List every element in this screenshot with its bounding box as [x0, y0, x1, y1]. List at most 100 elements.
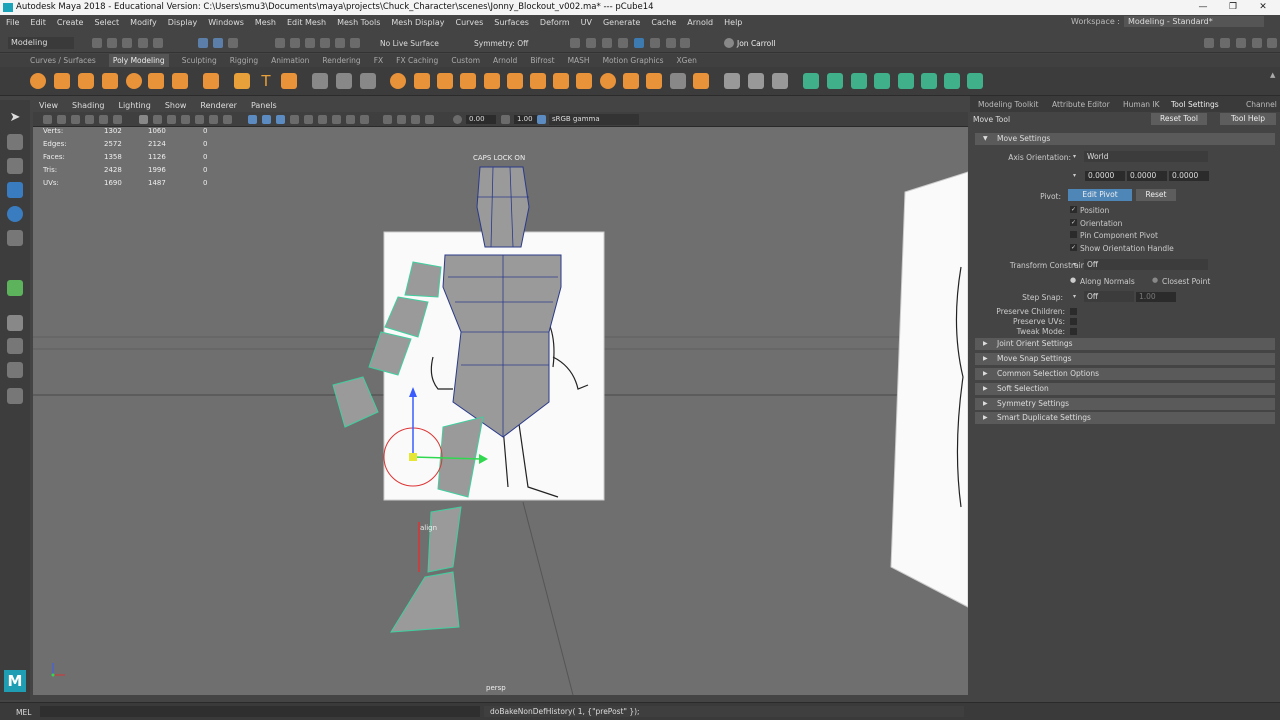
perspective-viewport[interactable]: Verts: 1302 1060 0 Edges: 2572 2124 0 Faces: 1358…	[33, 127, 968, 695]
step-snap-select[interactable]: Off	[1084, 291, 1134, 302]
channel-box-icon[interactable]	[1252, 38, 1262, 48]
common-selection-options-header[interactable]: ▶ Common Selection Options	[975, 368, 1275, 380]
screen-space-ao-icon[interactable]	[332, 115, 341, 124]
user-name[interactable]: Jon Carroll	[737, 39, 775, 48]
color-management-icon[interactable]	[537, 115, 546, 124]
menu-uv[interactable]: UV	[581, 18, 592, 27]
joint-orient-settings-header[interactable]: ▶ Joint Orient Settings	[975, 338, 1275, 350]
soft-selection-header[interactable]: ▶ Soft Selection	[975, 383, 1275, 395]
motion-blur-icon[interactable]	[346, 115, 355, 124]
side-by-side-layout-icon[interactable]	[7, 362, 23, 378]
wedge-icon[interactable]	[576, 73, 592, 89]
safe-title-icon[interactable]	[223, 115, 232, 124]
smooth-icon[interactable]	[360, 73, 376, 89]
isolate-select-icon[interactable]	[383, 115, 392, 124]
use-all-lights-icon[interactable]	[304, 115, 313, 124]
gate-mask-icon[interactable]	[181, 115, 190, 124]
spherical-map-icon[interactable]	[874, 73, 890, 89]
svg-tool-icon[interactable]	[281, 73, 297, 89]
transform-constraint-select[interactable]: Off	[1084, 259, 1208, 270]
boolean-icon[interactable]	[390, 73, 406, 89]
shelf-tab-rendering[interactable]: Rendering	[322, 54, 360, 67]
cut-uv-icon[interactable]	[967, 73, 983, 89]
multi-cut-icon[interactable]	[670, 73, 686, 89]
fill-hole-icon[interactable]	[507, 73, 523, 89]
automatic-map-icon[interactable]	[898, 73, 914, 89]
2d-pan-zoom-icon[interactable]	[99, 115, 108, 124]
shelf-tab-animation[interactable]: Animation	[271, 54, 309, 67]
camera-attributes-icon[interactable]	[57, 115, 66, 124]
step-snap-dropdown-icon[interactable]: ▾	[1073, 293, 1076, 300]
axis-orientation-select[interactable]: World	[1084, 151, 1208, 162]
move-tool-icon[interactable]	[7, 182, 23, 198]
shelf-tab-motion-graphics[interactable]: Motion Graphics	[603, 54, 664, 67]
edit-pivot-button[interactable]: Edit Pivot	[1068, 189, 1132, 201]
poly-cone-icon[interactable]	[102, 73, 118, 89]
menu-file[interactable]: File	[6, 18, 19, 27]
select-hierarchy-icon[interactable]	[198, 38, 208, 48]
hypershade-icon[interactable]	[634, 38, 644, 48]
minimize-button[interactable]: —	[1188, 0, 1218, 15]
circularize-icon[interactable]	[600, 73, 616, 89]
xray-icon[interactable]	[397, 115, 406, 124]
tab-channel-box[interactable]: Channel	[1246, 100, 1277, 109]
shelf-tab-poly-modeling[interactable]: Poly Modeling	[108, 54, 169, 67]
film-gate-icon[interactable]	[153, 115, 162, 124]
gamma-icon[interactable]	[501, 115, 510, 124]
field-chart-icon[interactable]	[195, 115, 204, 124]
menu-edit-mesh[interactable]: Edit Mesh	[287, 18, 326, 27]
axis-y-field[interactable]: 0.0000	[1127, 171, 1167, 181]
maximize-button[interactable]: ❐	[1218, 0, 1248, 15]
scale-tool-icon[interactable]	[7, 230, 23, 246]
snap-curve-icon[interactable]	[290, 38, 300, 48]
render-settings-icon[interactable]	[618, 38, 628, 48]
menu-display[interactable]: Display	[168, 18, 198, 27]
menu-windows[interactable]: Windows	[208, 18, 244, 27]
poly-cube-icon[interactable]	[54, 73, 70, 89]
uv-editor-icon[interactable]	[803, 73, 819, 89]
panel-menu-lighting[interactable]: Lighting	[118, 100, 150, 112]
panel-menu-shading[interactable]: Shading	[72, 100, 105, 112]
open-scene-icon[interactable]	[107, 38, 117, 48]
quad-draw-icon[interactable]	[748, 73, 764, 89]
render-setup-icon[interactable]	[650, 38, 660, 48]
shelf-tab-curves-surfaces[interactable]: Curves / Surfaces	[30, 54, 96, 67]
grid-icon[interactable]	[139, 115, 148, 124]
snap-vertex-icon[interactable]	[350, 38, 360, 48]
preserve-children-checkbox[interactable]	[1070, 308, 1077, 315]
safe-action-icon[interactable]	[209, 115, 218, 124]
bookmarks-icon[interactable]	[71, 115, 80, 124]
poly-plane-icon[interactable]	[148, 73, 164, 89]
separate-icon[interactable]	[336, 73, 352, 89]
type-tool-icon[interactable]: T	[258, 73, 274, 89]
pin-component-pivot-checkbox[interactable]	[1070, 231, 1077, 238]
single-pane-layout-icon[interactable]	[7, 315, 23, 331]
poly-cylinder-icon[interactable]	[78, 73, 94, 89]
modeling-toolkit-icon[interactable]	[1204, 38, 1214, 48]
reset-pivot-button[interactable]: Reset	[1136, 189, 1176, 201]
move-settings-header[interactable]: ▼ Move Settings	[975, 133, 1275, 145]
menu-mesh-display[interactable]: Mesh Display	[391, 18, 444, 27]
arnold-render-icon[interactable]	[666, 38, 676, 48]
bridge-icon[interactable]	[437, 73, 453, 89]
position-checkbox[interactable]: ✓	[1070, 206, 1077, 213]
symmetry-settings-header[interactable]: ▶ Symmetry Settings	[975, 398, 1275, 410]
collapse-icon[interactable]	[646, 73, 662, 89]
make-hole-icon[interactable]	[530, 73, 546, 89]
snap-grid-icon[interactable]	[275, 38, 285, 48]
axis-values-dropdown-icon[interactable]: ▾	[1073, 172, 1076, 179]
menu-generate[interactable]: Generate	[603, 18, 640, 27]
extrude-icon[interactable]	[414, 73, 430, 89]
chamfer-icon[interactable]	[623, 73, 639, 89]
shelf-scroll-icon[interactable]: ▲	[1270, 71, 1275, 79]
shelf-tab-xgen[interactable]: XGen	[677, 54, 697, 67]
textured-icon[interactable]	[290, 115, 299, 124]
menu-curves[interactable]: Curves	[455, 18, 483, 27]
preserve-uvs-checkbox[interactable]	[1070, 318, 1077, 325]
script-language-toggle[interactable]: MEL	[16, 708, 31, 717]
tab-tool-settings[interactable]: Tool Settings	[1171, 100, 1219, 109]
shelf-tab-fx-caching[interactable]: FX Caching	[396, 54, 438, 67]
new-scene-icon[interactable]	[92, 38, 102, 48]
transform-constraint-dropdown-icon[interactable]: ▾	[1073, 261, 1076, 268]
poly-disc-icon[interactable]	[172, 73, 188, 89]
